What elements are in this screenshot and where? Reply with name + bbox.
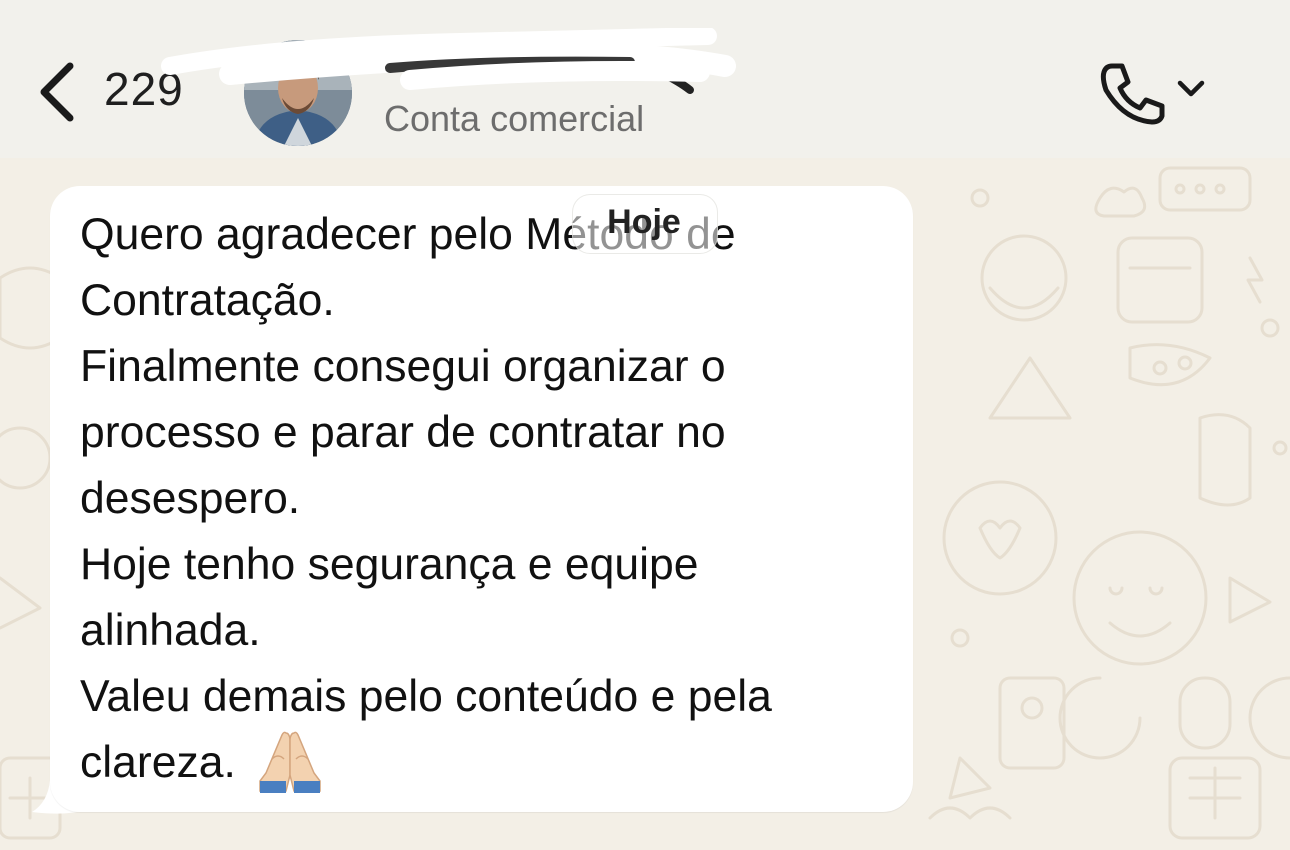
redaction-scribble (161, 28, 736, 94)
date-separator-label: Hoje (607, 203, 681, 241)
phone-icon[interactable] (1098, 60, 1168, 126)
chevron-down-icon[interactable] (1176, 78, 1206, 100)
message-text: Quero agradecer pelo Método de Contrataç… (80, 210, 772, 787)
chevron-left-icon[interactable] (34, 60, 78, 124)
chat-header: 229 Conta comercial (0, 0, 1290, 158)
folded-hands-emoji (259, 731, 321, 793)
contact-subtitle: Conta comercial (384, 98, 645, 139)
